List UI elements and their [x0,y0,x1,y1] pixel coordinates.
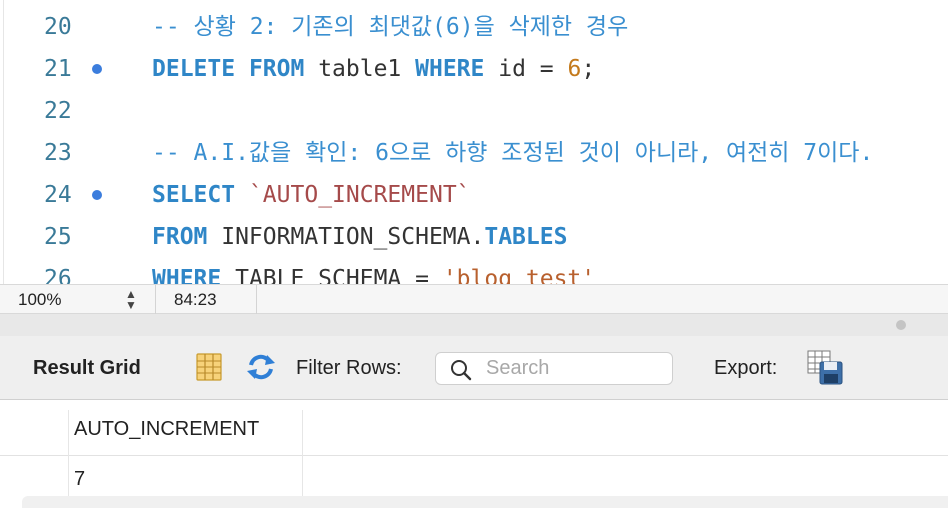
result-toolbar: Result Grid Filter Rows: Export: [0,336,948,400]
code-line[interactable]: 20 -- 상황 2: 기존의 최댓값(6)을 삭제한 경우 [0,6,948,48]
zoom-stepper-icon[interactable]: ▲ ▼ [120,288,142,311]
column-header-auto-increment[interactable]: AUTO_INCREMENT [74,418,259,441]
code-token: -- A.I.값을 확인: 6으로 하향 조정된 것이 아니라, 여전히 7이다… [152,140,874,166]
code-token: WHERE [415,56,485,82]
code-line[interactable]: 25 FROM INFORMATION_SCHEMA.TABLES [0,216,948,258]
code-token: id = [484,56,568,82]
code-line[interactable]: 23 -- A.I.값을 확인: 6으로 하향 조정된 것이 아니라, 여전히 7… [0,132,948,174]
line-number: 23 [44,140,72,166]
code-text[interactable]: SELECT `AUTO_INCREMENT` [152,174,471,216]
code-line[interactable]: 24 SELECT `AUTO_INCREMENT` [0,174,948,216]
horizontal-scrollbar[interactable] [22,496,948,508]
code-token: table1 [304,56,416,82]
zoom-level[interactable]: 100% [18,285,61,315]
statement-marker-icon[interactable] [92,64,102,74]
result-grid[interactable]: AUTO_INCREMENT 7 [0,400,948,508]
filter-search-box[interactable] [435,352,673,385]
code-token: WHERE [152,266,222,284]
code-token: FROM [248,56,305,82]
line-number: 20 [44,14,72,40]
code-text[interactable]: DELETE FROM table1 WHERE id = 6; [152,48,595,90]
code-text[interactable]: WHERE TABLE_SCHEMA = 'blog_test' [152,258,595,284]
export-label: Export: [714,357,778,379]
cursor-position: 84:23 [174,290,217,309]
line-number: 24 [44,182,72,208]
statusbar-divider [155,285,156,315]
line-number: 25 [44,224,72,250]
line-number: 26 [44,266,72,284]
code-token: `AUTO_INCREMENT` [248,182,471,208]
code-text[interactable]: FROM INFORMATION_SCHEMA.TABLES [152,216,567,258]
column-divider [68,410,69,508]
code-line[interactable]: 21 DELETE FROM table1 WHERE id = 6; [0,48,948,90]
search-input[interactable] [486,353,666,384]
grid-cell[interactable]: 7 [74,468,85,491]
statusbar-divider [256,285,257,315]
form-editor-icon[interactable] [194,352,224,382]
result-grid-label: Result Grid [33,357,141,379]
code-token: -- 상황 2: 기존의 최댓값(6)을 삭제한 경우 [152,14,629,40]
editor-statusbar: 100% ▲ ▼ 84:23 [0,284,948,315]
code-token: 6 [567,56,582,82]
code-token: DELETE [152,56,236,82]
code-token: FROM [152,224,208,250]
panel-splitter[interactable] [0,314,948,336]
column-divider[interactable] [302,410,303,508]
code-token: TABLES [484,224,568,250]
line-number: 21 [44,56,72,82]
line-number: 22 [44,98,72,124]
code-token: 'blog_test' [442,266,596,284]
code-text[interactable]: -- A.I.값을 확인: 6으로 하향 조정된 것이 아니라, 여전히 7이다… [152,132,873,174]
code-token: SELECT [152,182,236,208]
code-token: ; [581,56,596,82]
sql-editor[interactable]: 20 -- 상황 2: 기존의 최댓값(6)을 삭제한 경우 21 DELETE FR… [0,0,948,284]
code-token: INFORMATION_SCHEMA. [207,224,485,250]
filter-rows-label: Filter Rows: [296,357,402,379]
search-icon [450,359,472,381]
refresh-icon[interactable] [245,352,275,382]
splitter-handle[interactable] [896,320,906,330]
code-text[interactable]: -- 상황 2: 기존의 최댓값(6)을 삭제한 경우 [152,6,628,48]
export-icon[interactable] [806,350,844,386]
code-token: TABLE_SCHEMA = [221,266,443,284]
statement-marker-icon[interactable] [92,190,102,200]
code-line[interactable]: 22 [0,90,948,132]
code-line[interactable]: 26 WHERE TABLE_SCHEMA = 'blog_test' [0,258,948,284]
